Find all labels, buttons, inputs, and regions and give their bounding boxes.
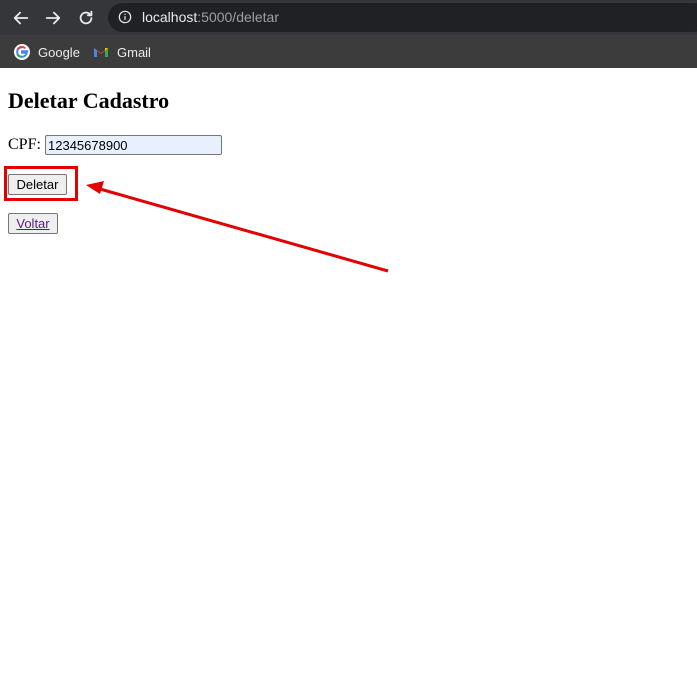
arrow-left-icon xyxy=(13,11,29,25)
annotation-arrow xyxy=(86,181,389,273)
arrow-head xyxy=(86,181,104,194)
address-bar[interactable]: localhost:5000/deletar xyxy=(108,3,697,32)
info-icon[interactable] xyxy=(118,10,132,24)
gmail-icon xyxy=(94,48,108,57)
bookmark-gmail[interactable]: Gmail xyxy=(93,41,151,63)
back-nav-button[interactable] xyxy=(8,5,34,31)
arrow-shaft xyxy=(99,187,389,273)
browser-toolbar: localhost:5000/deletar xyxy=(0,0,697,35)
bookmark-google-label: Google xyxy=(38,44,80,60)
bookmarks-bar: Google Gmail xyxy=(0,35,697,68)
reload-icon xyxy=(79,10,93,25)
page-content: Deletar Cadastro CPF: Deletar Voltar xyxy=(0,68,697,687)
url-path: :5000/deletar xyxy=(197,9,279,25)
bookmark-google[interactable]: Google xyxy=(14,41,80,63)
cpf-label: CPF: xyxy=(8,136,41,153)
url-text: localhost:5000/deletar xyxy=(142,9,279,25)
browser-chrome: localhost:5000/deletar Google Gmail xyxy=(0,0,697,68)
reload-button[interactable] xyxy=(73,5,99,31)
arrow-right-icon xyxy=(45,11,61,25)
bookmark-gmail-label: Gmail xyxy=(117,44,151,60)
back-link[interactable]: Voltar xyxy=(16,216,49,231)
forward-nav-button[interactable] xyxy=(40,5,66,31)
google-icon xyxy=(14,44,30,60)
url-host: localhost xyxy=(142,9,198,25)
page-title: Deletar Cadastro xyxy=(8,88,170,113)
cpf-input[interactable] xyxy=(45,135,222,155)
delete-button[interactable]: Deletar xyxy=(8,174,67,195)
back-button[interactable]: Voltar xyxy=(8,213,58,234)
